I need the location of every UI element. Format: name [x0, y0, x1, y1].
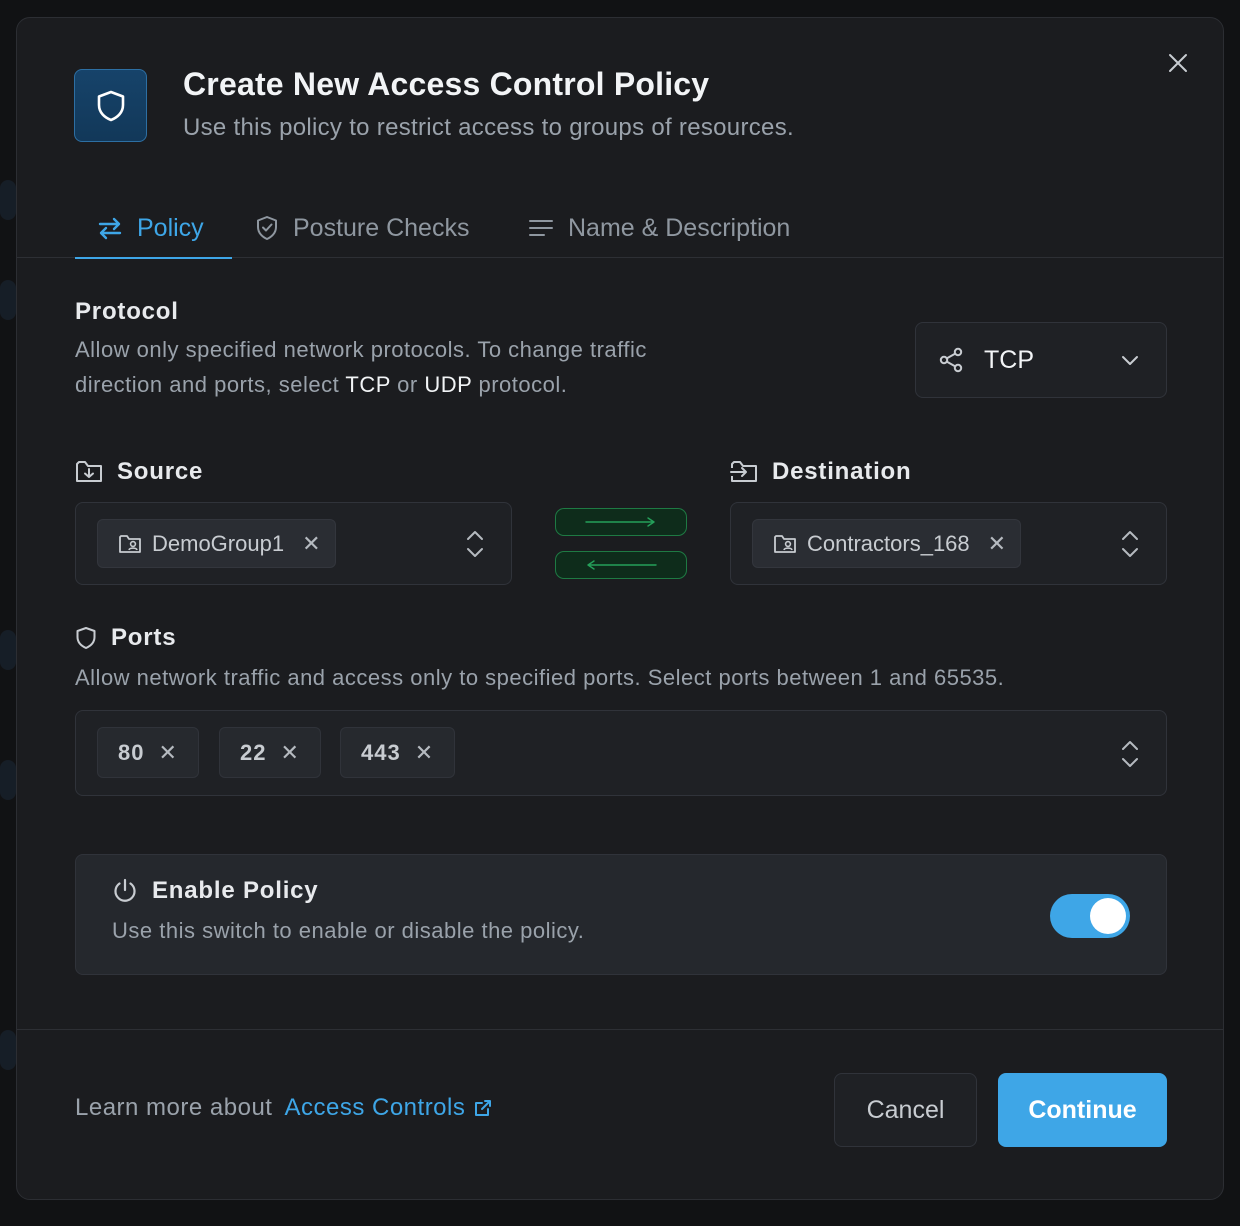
- backdrop-decor: [0, 1030, 16, 1070]
- port-value: 80: [118, 739, 145, 765]
- source-group-chip: DemoGroup1 ✕: [97, 519, 336, 568]
- toggle-knob: [1090, 898, 1126, 934]
- direction-forward-button[interactable]: [555, 508, 687, 536]
- dialog-subtitle: Use this policy to restrict access to gr…: [183, 114, 794, 141]
- protocol-select-value: TCP: [984, 345, 1034, 374]
- shield-icon: [97, 90, 124, 121]
- tab-label: Posture Checks: [293, 213, 470, 242]
- policy-dialog: Create New Access Control Policy Use thi…: [16, 17, 1224, 1200]
- port-chip: 22 ✕: [219, 727, 321, 778]
- protocol-desc-udp: UDP: [424, 372, 472, 397]
- protocol-desc-tcp: TCP: [345, 372, 391, 397]
- dialog-footer: Learn more about Access Controls Cancel …: [17, 1029, 1223, 1199]
- shield-icon: [76, 627, 96, 649]
- folder-user-icon: [774, 534, 796, 553]
- port-chip: 443 ✕: [340, 727, 456, 778]
- text-lines-icon: [529, 220, 553, 236]
- access-controls-link[interactable]: Access Controls: [284, 1094, 493, 1122]
- source-group-select[interactable]: DemoGroup1 ✕: [75, 502, 512, 585]
- dialog-title: Create New Access Control Policy: [183, 66, 710, 102]
- destination-group-name: Contractors_168: [807, 530, 970, 556]
- backdrop-decor: [0, 630, 16, 670]
- source-label: Source: [75, 458, 203, 486]
- share-nodes-icon: [939, 347, 963, 373]
- tab-label: Name & Description: [568, 213, 791, 242]
- protocol-label: Protocol: [75, 298, 179, 326]
- arrow-right-icon: [585, 517, 655, 527]
- remove-port-button[interactable]: ✕: [158, 740, 177, 766]
- backdrop-decor: [0, 760, 16, 800]
- protocol-label-text: Protocol: [75, 298, 179, 325]
- backdrop-decor: [0, 280, 16, 320]
- arrow-left-icon: [587, 560, 657, 570]
- arrows-exchange-icon: [98, 217, 122, 240]
- port-value: 443: [361, 739, 401, 765]
- protocol-desc-line1: Allow only specified network protocols. …: [75, 337, 647, 362]
- tab-posture-checks[interactable]: Posture Checks: [255, 198, 469, 258]
- protocol-desc-or: or: [390, 372, 425, 397]
- chevron-up-down-icon: [467, 531, 483, 557]
- destination-group-chip: Contractors_168 ✕: [752, 519, 1022, 568]
- ports-select[interactable]: 80 ✕ 22 ✕ 443 ✕: [75, 710, 1167, 796]
- enable-policy-label-text: Enable Policy: [152, 877, 319, 904]
- folder-user-icon: [119, 534, 141, 553]
- ports-label-text: Ports: [111, 624, 177, 651]
- enable-policy-toggle[interactable]: [1050, 894, 1130, 938]
- remove-destination-group-button[interactable]: ✕: [988, 531, 1006, 557]
- close-icon: [1169, 54, 1187, 72]
- tab-bar: Policy Posture Checks Name & Description: [17, 198, 1223, 259]
- policy-header-icon: [74, 69, 147, 142]
- external-link-icon: [475, 1100, 492, 1116]
- remove-port-button[interactable]: ✕: [280, 740, 299, 766]
- shield-check-icon: [257, 216, 277, 240]
- learn-more-text: Learn more about: [75, 1094, 273, 1121]
- tab-label: Policy: [137, 213, 204, 242]
- chevron-up-down-icon: [1122, 741, 1138, 767]
- close-button[interactable]: [1163, 48, 1193, 78]
- protocol-desc-end: protocol.: [471, 372, 568, 397]
- port-value: 22: [240, 739, 267, 765]
- folder-download-icon: [76, 461, 102, 482]
- protocol-description: Allow only specified network protocols. …: [75, 332, 795, 402]
- destination-group-select[interactable]: Contractors_168 ✕: [730, 502, 1167, 585]
- continue-button[interactable]: Continue: [998, 1073, 1167, 1147]
- source-label-text: Source: [117, 458, 204, 485]
- enable-policy-description: Use this switch to enable or disable the…: [112, 918, 585, 943]
- protocol-desc-line2: direction and ports, select: [75, 372, 346, 397]
- tab-name-description[interactable]: Name & Description: [528, 198, 790, 258]
- ports-description: Allow network traffic and access only to…: [75, 665, 1005, 690]
- source-group-name: DemoGroup1: [152, 530, 285, 556]
- chevron-up-down-icon: [1122, 531, 1138, 557]
- enable-policy-label: Enable Policy: [112, 877, 318, 905]
- remove-port-button[interactable]: ✕: [415, 740, 434, 766]
- remove-source-group-button[interactable]: ✕: [302, 531, 320, 557]
- destination-label-text: Destination: [772, 458, 912, 485]
- chevron-down-icon: [1122, 356, 1138, 365]
- cancel-button[interactable]: Cancel: [834, 1073, 977, 1147]
- power-icon: [114, 878, 136, 902]
- tab-policy[interactable]: Policy: [75, 198, 232, 259]
- learn-more: Learn more about Access Controls: [75, 1094, 493, 1122]
- access-controls-link-text: Access Controls: [284, 1094, 466, 1121]
- destination-label: Destination: [730, 458, 911, 486]
- backdrop-decor: [0, 180, 16, 220]
- protocol-select[interactable]: TCP: [915, 322, 1167, 398]
- ports-label: Ports: [75, 624, 176, 652]
- folder-input-icon: [730, 461, 757, 482]
- direction-reverse-button[interactable]: [555, 551, 687, 579]
- port-chip: 80 ✕: [97, 727, 199, 778]
- enable-policy-card: Enable Policy Use this switch to enable …: [75, 854, 1167, 975]
